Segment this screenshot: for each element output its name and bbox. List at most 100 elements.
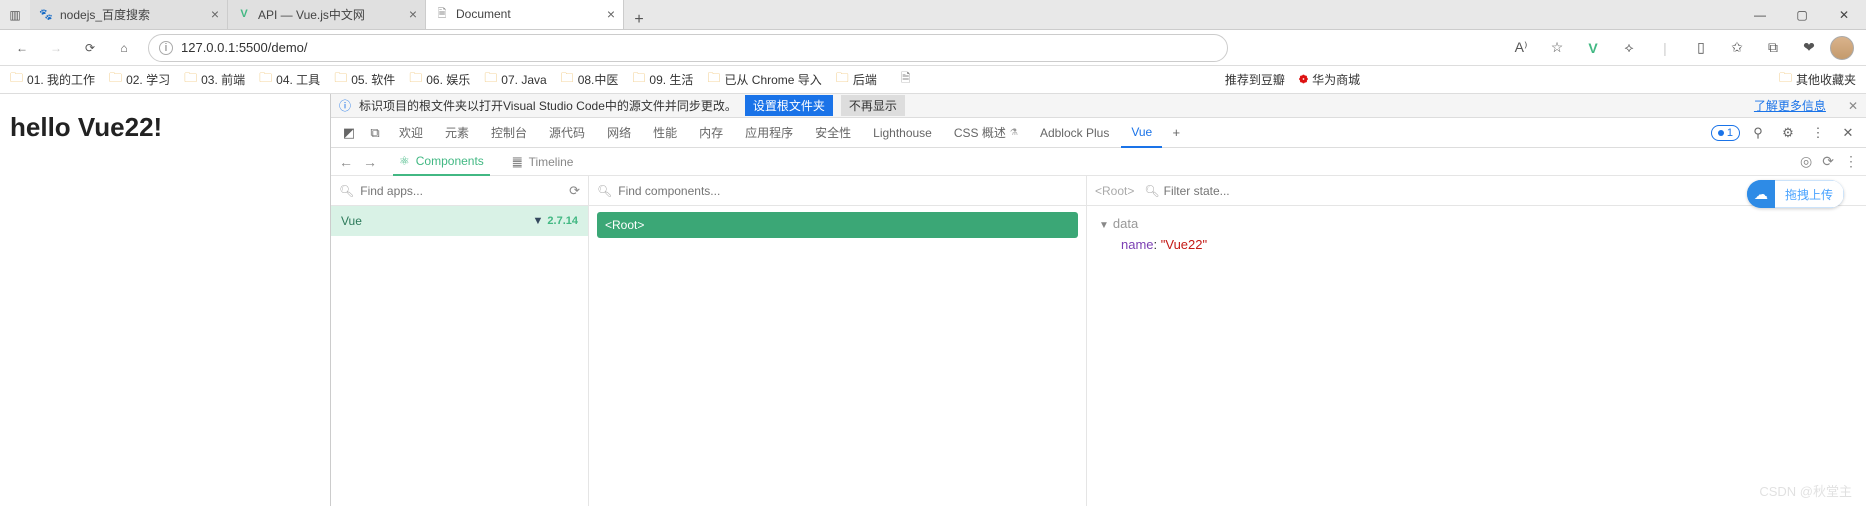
heart-icon[interactable]: ❤︎ xyxy=(1794,34,1824,62)
find-components-input[interactable] xyxy=(618,184,1078,198)
new-tab-button[interactable]: + xyxy=(624,11,654,29)
dt-tab-lighthouse[interactable]: Lighthouse xyxy=(863,118,942,148)
bookmark-folder[interactable]: 🗀07. Java xyxy=(484,69,546,91)
add-tab-icon[interactable]: + xyxy=(1164,121,1188,145)
dt-tab-application[interactable]: 应用程序 xyxy=(735,118,803,148)
issues-badge[interactable]: 1 xyxy=(1711,125,1740,141)
devtools-panel: ⓘ 标识项目的根文件夹以打开Visual Studio Code中的源文件并同步… xyxy=(330,94,1866,506)
dt-tab-vue[interactable]: Vue xyxy=(1121,118,1162,148)
window-close-icon[interactable]: ✕ xyxy=(1832,3,1856,27)
minimize-icon[interactable]: — xyxy=(1748,3,1772,27)
bookmark-folder[interactable]: 🗀已从 Chrome 导入 xyxy=(707,69,821,91)
main-area: hello Vue22! ⓘ 标识项目的根文件夹以打开Visual Studio… xyxy=(0,94,1866,506)
bookmark-folder[interactable]: 🗀02. 学习 xyxy=(109,69,170,91)
set-root-button[interactable]: 设置根文件夹 xyxy=(745,95,833,116)
bookmark-folder[interactable]: 🗀05. 软件 xyxy=(334,69,395,91)
close-icon[interactable]: × xyxy=(607,6,615,22)
dt-tab-performance[interactable]: 性能 xyxy=(643,118,687,148)
tab-vuejs[interactable]: V API — Vue.js中文网 × xyxy=(228,0,426,29)
dt-tab-adblock[interactable]: Adblock Plus xyxy=(1030,118,1119,148)
components-column: 🔍︎ <Root> xyxy=(589,176,1087,506)
selected-component: <Root> xyxy=(1095,184,1134,198)
infobar: ⓘ 标识项目的根文件夹以打开Visual Studio Code中的源文件并同步… xyxy=(331,94,1866,118)
dismiss-button[interactable]: 不再显示 xyxy=(841,95,905,116)
refresh-icon[interactable]: ⟳ xyxy=(1822,153,1834,170)
state-section[interactable]: ▼data xyxy=(1099,216,1854,231)
bookmark-folder[interactable]: 🗀08.中医 xyxy=(561,69,619,91)
bookmark-folder[interactable]: 🗀03. 前端 xyxy=(184,69,245,91)
favorites-bar-icon[interactable]: ✩ xyxy=(1722,34,1752,62)
upload-float-button[interactable]: ☁ 拖拽上传 xyxy=(1747,180,1844,208)
extensions-icon[interactable]: ⟡ xyxy=(1614,34,1644,62)
target-icon[interactable]: ◎ xyxy=(1800,153,1812,170)
read-aloud-icon[interactable]: A⁾ xyxy=(1506,34,1536,62)
dt-tab-welcome[interactable]: 欢迎 xyxy=(389,118,433,148)
collections-icon[interactable]: ⧉ xyxy=(1758,34,1788,62)
refresh-icon[interactable]: ⟳ xyxy=(569,183,580,199)
close-icon[interactable]: × xyxy=(409,6,417,22)
dt-tab-security[interactable]: 安全性 xyxy=(805,118,861,148)
folder-icon: 🗀 xyxy=(707,69,720,91)
bookmark-folder[interactable]: 🗀06. 娱乐 xyxy=(409,69,470,91)
link-icon[interactable]: ⚲ xyxy=(1746,121,1770,145)
more-icon[interactable]: ⋮ xyxy=(1844,153,1858,170)
learn-more-link[interactable]: 了解更多信息 xyxy=(1754,97,1826,114)
component-root[interactable]: <Root> xyxy=(597,212,1078,238)
sidebar-toggle-icon[interactable]: ▥ xyxy=(6,6,24,24)
find-apps-row: 🔍︎ ⟳ xyxy=(331,176,588,206)
dt-tab-console[interactable]: 控制台 xyxy=(481,118,537,148)
bookmark-folder[interactable]: 🗀09. 生活 xyxy=(632,69,693,91)
home-icon[interactable]: ⌂ xyxy=(108,34,140,62)
close-icon[interactable]: × xyxy=(211,6,219,22)
app-vue-row[interactable]: Vue ▼2.7.14 xyxy=(331,206,588,236)
url-text: 127.0.0.1:5500/demo/ xyxy=(181,40,308,55)
tab-document[interactable]: 🗎 Document × xyxy=(426,0,624,29)
dt-tab-memory[interactable]: 内存 xyxy=(689,118,733,148)
components-icon: ⚛︎ xyxy=(399,154,410,168)
devtools-tabs: ◩ ⧉ 欢迎 元素 控制台 源代码 网络 性能 内存 应用程序 安全性 Ligh… xyxy=(331,118,1866,148)
state-tree: ▼data name: "Vue22" xyxy=(1087,206,1866,262)
dt-tab-elements[interactable]: 元素 xyxy=(435,118,479,148)
timeline-icon: ䷀ xyxy=(512,155,523,169)
dt-tab-css-overview[interactable]: CSS 概述 ⚗ xyxy=(944,118,1028,148)
forward-icon[interactable]: → xyxy=(40,34,72,62)
bookmark-folder[interactable]: 🗀01. 我的工作 xyxy=(10,69,95,91)
favorite-icon[interactable]: ☆ xyxy=(1542,34,1572,62)
more-icon[interactable]: ⋮ xyxy=(1806,121,1830,145)
vue-ext-icon[interactable]: V xyxy=(1578,34,1608,62)
bookmark-folder[interactable]: 🗀后端 xyxy=(836,69,877,91)
reload-icon[interactable]: ⟳ xyxy=(74,34,106,62)
tab-title: Document xyxy=(456,7,601,21)
device-icon[interactable]: ⧉ xyxy=(363,121,387,145)
state-entry[interactable]: name: "Vue22" xyxy=(1099,237,1854,252)
vue-tab-components[interactable]: ⚛︎ Components xyxy=(393,148,490,176)
maximize-icon[interactable]: ▢ xyxy=(1790,3,1814,27)
settings-icon[interactable]: ⚙ xyxy=(1776,121,1800,145)
nav-back-icon[interactable]: ← xyxy=(339,154,353,170)
folder-icon: 🗀 xyxy=(259,69,272,91)
state-key: name xyxy=(1121,237,1154,252)
favicon-vue: V xyxy=(236,6,252,22)
devtools-close-icon[interactable]: ✕ xyxy=(1836,121,1860,145)
state-column: <Root> 🔍︎ ▼data name: "Vue22" xyxy=(1087,176,1866,506)
vue-subnav: ← → ⚛︎ Components ䷀ Timeline ◎ ⟳ ⋮ xyxy=(331,148,1866,176)
bookmark-folder[interactable]: 🗀04. 工具 xyxy=(259,69,320,91)
dt-tab-sources[interactable]: 源代码 xyxy=(539,118,595,148)
vue-tab-timeline[interactable]: ䷀ Timeline xyxy=(506,148,580,176)
vue-logo-icon: ▼ xyxy=(533,215,544,227)
profile-avatar[interactable] xyxy=(1830,36,1854,60)
app-name: Vue xyxy=(341,214,362,228)
bookmark-other[interactable]: 🗀其他收藏夹 xyxy=(1779,69,1856,91)
inspect-icon[interactable]: ◩ xyxy=(337,121,361,145)
bookmark-huawei[interactable]: ❁华为商城 xyxy=(1299,71,1360,88)
search-icon: 🔍︎ xyxy=(1144,184,1159,198)
nav-forward-icon[interactable]: → xyxy=(363,154,377,170)
find-apps-input[interactable] xyxy=(360,184,563,198)
back-icon[interactable]: ← xyxy=(6,34,38,62)
close-icon[interactable]: ✕ xyxy=(1848,99,1858,113)
tab-baidu[interactable]: 🐾 nodejs_百度搜索 × xyxy=(30,0,228,29)
dt-tab-network[interactable]: 网络 xyxy=(597,118,641,148)
search-icon: 🔍︎ xyxy=(339,184,354,198)
split-icon[interactable]: ▯ xyxy=(1686,34,1716,62)
info-icon[interactable]: i xyxy=(159,41,173,55)
